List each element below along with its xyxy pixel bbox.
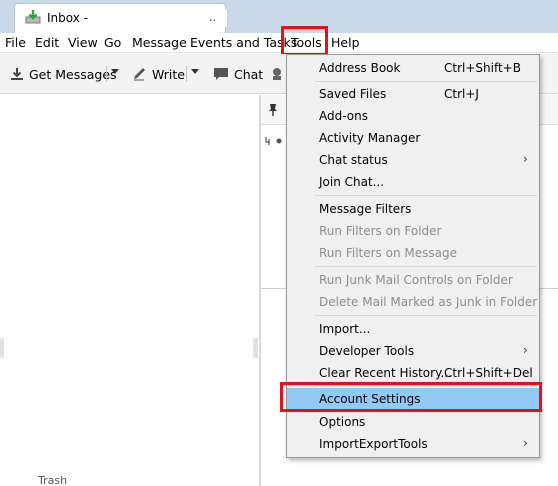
menu-item-message-filters[interactable]: Message Filters: [287, 198, 539, 220]
menu-item-address-book[interactable]: Address Book Ctrl+Shift+B: [287, 57, 539, 79]
tab-title: Inbox -: [47, 11, 88, 25]
folder-trash[interactable]: Trash: [38, 474, 67, 486]
submenu-arrow-icon: ›: [523, 152, 528, 166]
menu-item-delete-mail-marked-as-junk[interactable]: Delete Mail Marked as Junk in Folder: [287, 291, 539, 313]
pane-splitter[interactable]: [259, 95, 261, 486]
menu-item-run-junk-mail-controls[interactable]: Run Junk Mail Controls on Folder: [287, 269, 539, 291]
thread-column-icons[interactable]: [264, 136, 284, 149]
get-messages-button[interactable]: Get Messages: [10, 64, 117, 84]
menu-item-join-chat[interactable]: Join Chat...: [287, 171, 539, 193]
write-button[interactable]: Write: [132, 64, 185, 84]
write-label: Write: [152, 66, 186, 82]
account-settings-annotation-box: [280, 382, 542, 412]
toolbar-separator: [106, 66, 107, 82]
inbox-download-icon: [25, 10, 41, 24]
chat-button[interactable]: Chat: [213, 64, 263, 84]
menu-item-activity-manager[interactable]: Activity Manager: [287, 127, 539, 149]
speech-bubble-icon: [214, 68, 228, 80]
menu-message[interactable]: Message: [132, 35, 187, 50]
menu-edit[interactable]: Edit: [35, 35, 59, 50]
menubar: File Edit View Go Message Events and Tas…: [0, 33, 558, 53]
chat-label: Chat: [234, 66, 264, 82]
menu-view[interactable]: View: [68, 35, 98, 50]
menu-go[interactable]: Go: [104, 35, 121, 50]
menu-separator: [315, 195, 537, 196]
pane-resize-grip[interactable]: [253, 338, 258, 358]
tools-annotation-box: [281, 26, 328, 56]
get-messages-dropdown[interactable]: [111, 69, 119, 74]
menu-separator: [315, 266, 537, 267]
menu-file[interactable]: File: [5, 35, 26, 50]
menu-item-options[interactable]: Options: [287, 411, 539, 433]
download-arrow-icon: [11, 68, 23, 80]
menu-help[interactable]: Help: [331, 35, 360, 50]
menu-item-developer-tools[interactable]: Developer Tools ›: [287, 340, 539, 362]
menu-item-importexporttools[interactable]: ImportExportTools ›: [287, 433, 539, 455]
menu-item-clear-recent-history[interactable]: Clear Recent History... Ctrl+Shift+Del: [287, 362, 539, 384]
tab-inbox[interactable]: Inbox - ..: [14, 3, 227, 33]
get-messages-label: Get Messages: [29, 66, 117, 82]
menu-item-chat-status[interactable]: Chat status ›: [287, 149, 539, 171]
pin-icon[interactable]: [266, 103, 280, 120]
tab-strip: Inbox - ..: [0, 0, 558, 33]
toolbar-separator: [186, 66, 187, 82]
menu-item-run-filters-on-folder[interactable]: Run Filters on Folder: [287, 220, 539, 242]
submenu-arrow-icon: ›: [523, 343, 528, 357]
menu-item-import[interactable]: Import...: [287, 318, 539, 340]
menu-separator: [315, 81, 537, 82]
tab-title-trailing: ..: [209, 11, 216, 24]
pencil-icon: [134, 68, 145, 81]
menu-item-add-ons[interactable]: Add-ons: [287, 105, 539, 127]
pane-resize-grip[interactable]: [0, 338, 4, 358]
menu-separator: [315, 315, 537, 316]
folder-pane[interactable]: [0, 95, 259, 486]
menu-item-saved-files[interactable]: Saved Files Ctrl+J: [287, 83, 539, 105]
write-dropdown[interactable]: [191, 69, 199, 74]
submenu-arrow-icon: ›: [523, 436, 528, 450]
toolbar-overflow-icon[interactable]: [272, 64, 287, 84]
menu-item-run-filters-on-message[interactable]: Run Filters on Message: [287, 242, 539, 264]
